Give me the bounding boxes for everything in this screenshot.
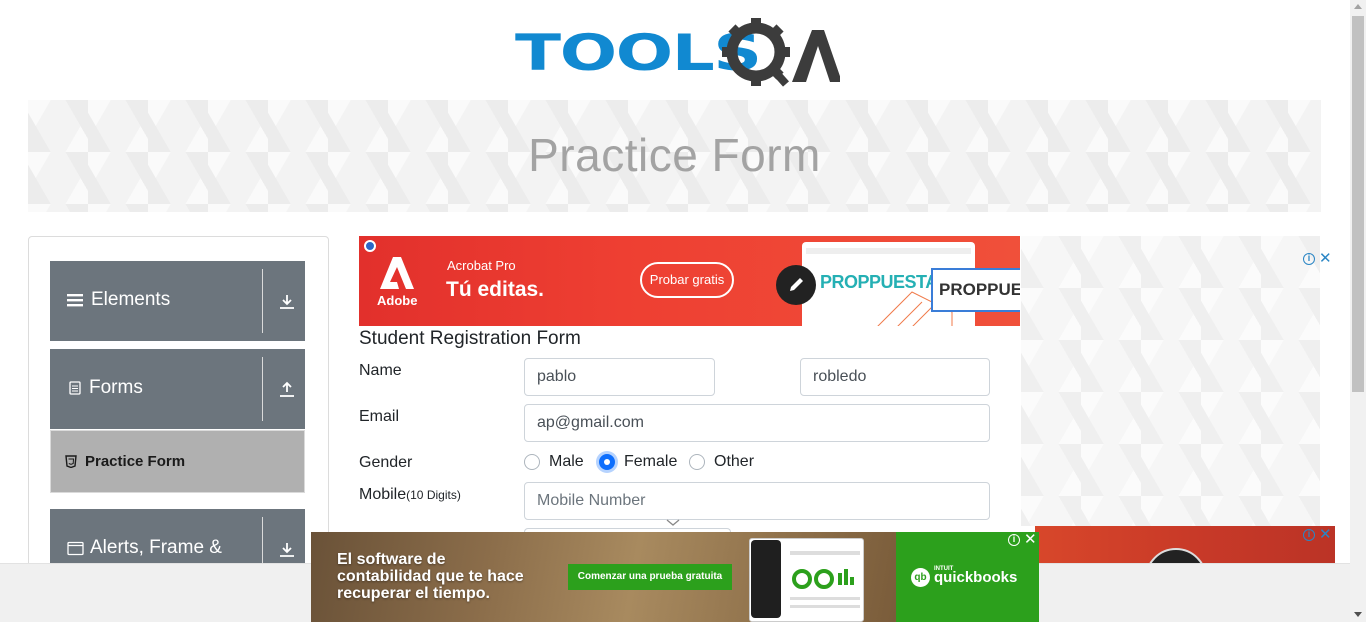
logo-qa-gear-icon [722, 18, 840, 87]
adobe-logo: Adobe [377, 256, 417, 308]
ad-doc-brand-text: PROPPUESTA [820, 272, 938, 292]
radio-circle[interactable] [524, 454, 540, 470]
sidebar-group-label: Forms [67, 377, 143, 399]
radio-circle-checked[interactable] [599, 454, 615, 470]
sidebar-group-label: Elements [67, 289, 170, 311]
ad-copy-line: contabilidad que te hace [337, 568, 524, 585]
adobe-a-icon [380, 257, 414, 289]
adobe-brand-text: Adobe [377, 293, 418, 308]
mobile-label: Mobile(10 Digits) [359, 486, 461, 504]
pencil-icon [776, 265, 816, 305]
gender-female-label[interactable]: Female [624, 453, 677, 471]
divider [262, 269, 263, 333]
quickbooks-ad-banner[interactable]: El software de contabilidad que te hace … [311, 532, 1039, 622]
ad-choices[interactable]: i ✕ [1303, 527, 1332, 542]
quickbooks-logo: qb quickbooks [911, 568, 1017, 587]
close-icon[interactable]: ✕ [1319, 527, 1332, 542]
divider [262, 357, 263, 421]
sidebar: Elements Forms Practice Form Alerts, Fra… [28, 236, 329, 576]
quickbooks-mark-icon: qb [911, 568, 930, 587]
ad-copy-line: recuperar el tiempo. [337, 585, 490, 602]
page-banner: Practice Form [28, 100, 1321, 212]
sidebar-group-elements[interactable]: Elements [50, 261, 305, 341]
window-icon [67, 541, 84, 555]
ad-copy-line: El software de [337, 551, 446, 568]
hamburger-icon [67, 294, 83, 307]
download-arrow-icon[interactable] [278, 293, 296, 311]
info-icon[interactable]: i [1303, 529, 1315, 541]
info-icon[interactable]: i [1303, 253, 1315, 265]
ad-cta-button[interactable]: Comenzar una prueba gratuita [568, 564, 732, 590]
ad-phone-mockup [751, 540, 781, 618]
page-title: Practice Form [528, 129, 821, 181]
ad-headline: Tú editas. [446, 278, 545, 301]
right-ad-placeholder[interactable]: i ✕ [1021, 236, 1332, 526]
gender-radio-female[interactable]: Female [599, 453, 677, 471]
adobe-ad-banner[interactable]: Adobe Acrobat Pro Tú editas. Probar grat… [359, 236, 1020, 326]
toolsqa-logo[interactable]: TOOLS [515, 16, 840, 90]
vertical-scrollbar[interactable] [1350, 0, 1366, 622]
ad-copy: El software de contabilidad que te hace … [337, 551, 524, 602]
ad-choices[interactable]: i ✕ [1008, 532, 1037, 547]
sidebar-item-practice-form[interactable]: Practice Form [50, 430, 305, 493]
close-icon[interactable]: ✕ [1319, 251, 1332, 266]
ad-badge-icon[interactable] [364, 240, 376, 252]
mobile-hint: (10 Digits) [406, 488, 461, 502]
right-ad-secondary[interactable]: i ✕ [1035, 526, 1335, 566]
ad-product-name: Acrobat Pro [447, 258, 516, 273]
mobile-label-text: Mobile [359, 486, 407, 503]
email-label: Email [359, 408, 400, 425]
email-input[interactable] [524, 404, 990, 442]
sidebar-group-forms[interactable]: Forms [50, 349, 305, 429]
chevron-down-icon [666, 519, 680, 526]
upload-arrow-icon[interactable] [278, 381, 296, 399]
gender-radio-male[interactable]: Male [524, 453, 584, 471]
ad-choices[interactable]: i ✕ [1303, 251, 1332, 266]
sidebar-group-label: Alerts, Frame & [67, 537, 222, 559]
download-arrow-icon[interactable] [278, 541, 296, 559]
name-label: Name [359, 362, 402, 379]
close-icon[interactable]: ✕ [1024, 532, 1037, 547]
sidebar-item-label-wrap: Practice Form [65, 453, 185, 470]
gender-other-label[interactable]: Other [714, 453, 754, 471]
page: TOOLS Practice Form Elements Forms Pract… [0, 0, 1366, 622]
document-icon [69, 381, 81, 395]
sidebar-group-alerts-label: Alerts, Frame & [90, 537, 222, 558]
info-icon[interactable]: i [1008, 534, 1020, 546]
form-title: Student Registration Form [359, 328, 581, 349]
scrollbar-thumb[interactable] [1352, 16, 1364, 392]
last-name-input[interactable] [800, 358, 990, 396]
gender-label: Gender [359, 454, 413, 471]
radio-circle[interactable] [689, 454, 705, 470]
ad-cta-button[interactable]: Probar gratis [640, 262, 734, 298]
intuit-label: INTUIT [934, 566, 954, 572]
sidebar-item-practice-form-label: Practice Form [85, 453, 186, 470]
mobile-input[interactable] [524, 482, 990, 520]
sidebar-group-forms-label: Forms [89, 377, 143, 398]
first-name-input[interactable] [524, 358, 715, 396]
ad-doc-selected-text: PROPPUESTA [931, 268, 1020, 312]
gender-radio-other[interactable]: Other [689, 453, 754, 471]
html5-icon [65, 455, 77, 468]
gender-male-label[interactable]: Male [549, 453, 584, 471]
sidebar-group-elements-label: Elements [91, 289, 171, 310]
scroll-up-arrow-icon[interactable] [1354, 4, 1362, 9]
scroll-down-arrow-icon[interactable] [1354, 612, 1362, 617]
